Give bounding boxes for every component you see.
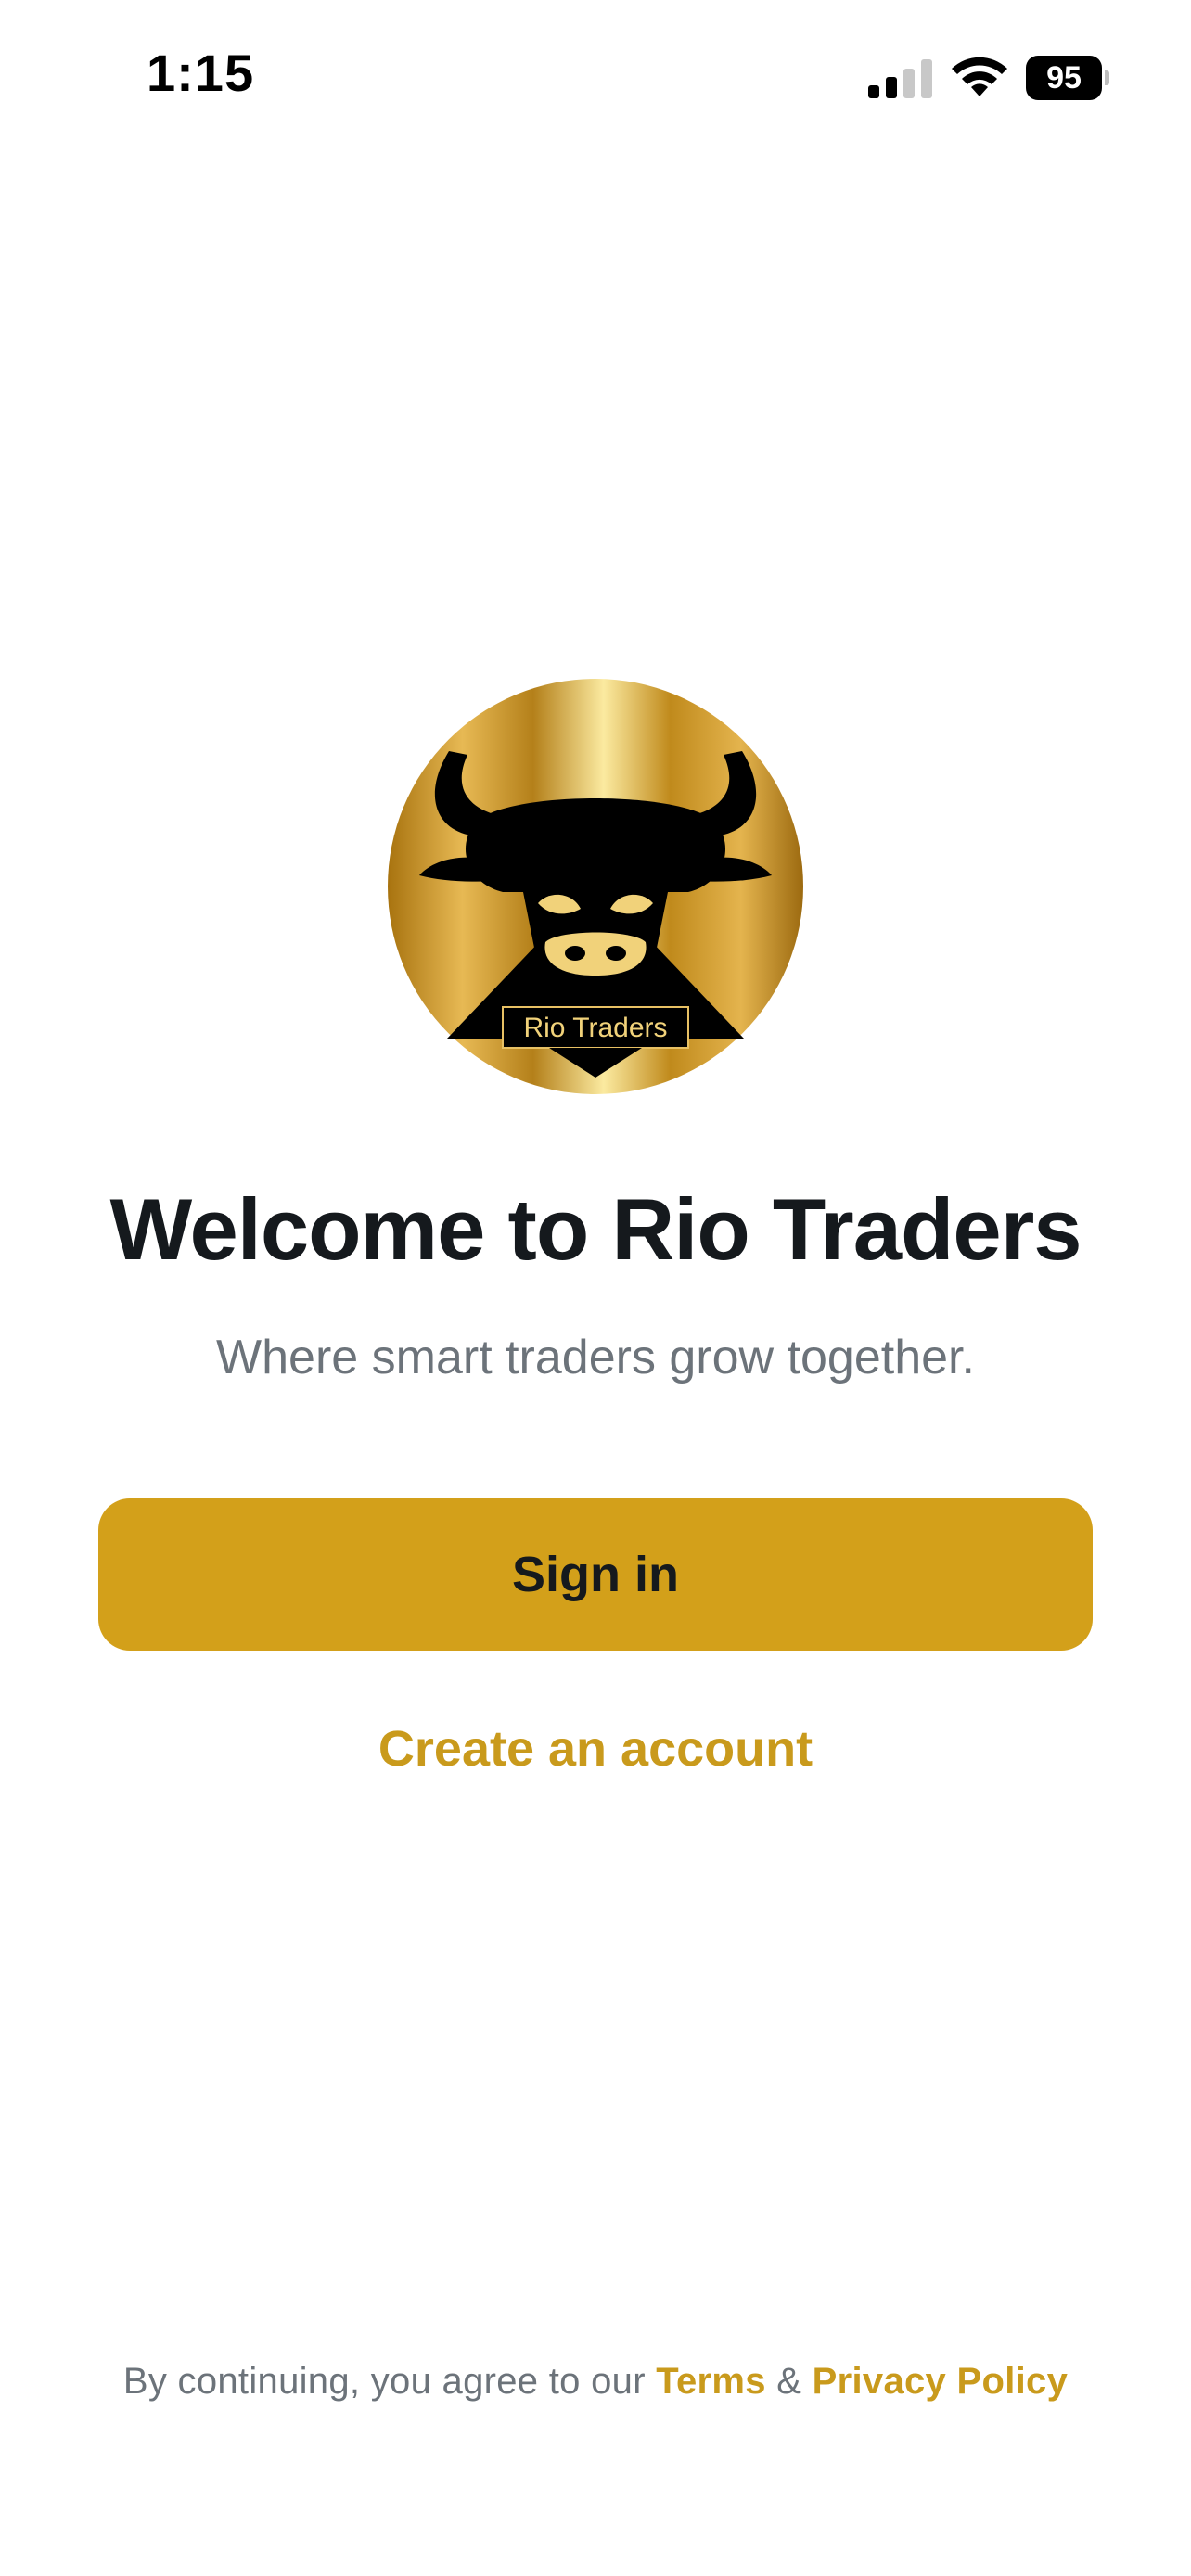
legal-notice: By continuing, you agree to our Terms & … <box>0 2361 1191 2403</box>
signal-icon <box>868 59 932 98</box>
logo-text: Rio Traders <box>523 1013 667 1043</box>
battery-level: 95 <box>1026 56 1102 100</box>
page-title: Welcome to Rio Traders <box>109 1180 1082 1278</box>
bull-logo: Rio Traders <box>388 679 803 1094</box>
battery-icon: 95 <box>1026 56 1109 100</box>
legal-prefix: By continuing, you agree to our <box>122 2361 657 2402</box>
sign-in-button[interactable]: Sign in <box>98 1498 1093 1651</box>
page-subtitle: Where smart traders grow together. <box>216 1331 975 1384</box>
legal-connector: & <box>765 2361 813 2402</box>
status-bar: 1:15 95 <box>0 0 1191 158</box>
privacy-policy-link[interactable]: Privacy Policy <box>813 2361 1069 2402</box>
battery-tip <box>1105 70 1109 85</box>
terms-link[interactable]: Terms <box>656 2361 766 2402</box>
wifi-icon <box>952 57 1007 96</box>
create-account-link[interactable]: Create an account <box>0 1720 1191 1778</box>
status-time: 1:15 <box>147 44 255 102</box>
